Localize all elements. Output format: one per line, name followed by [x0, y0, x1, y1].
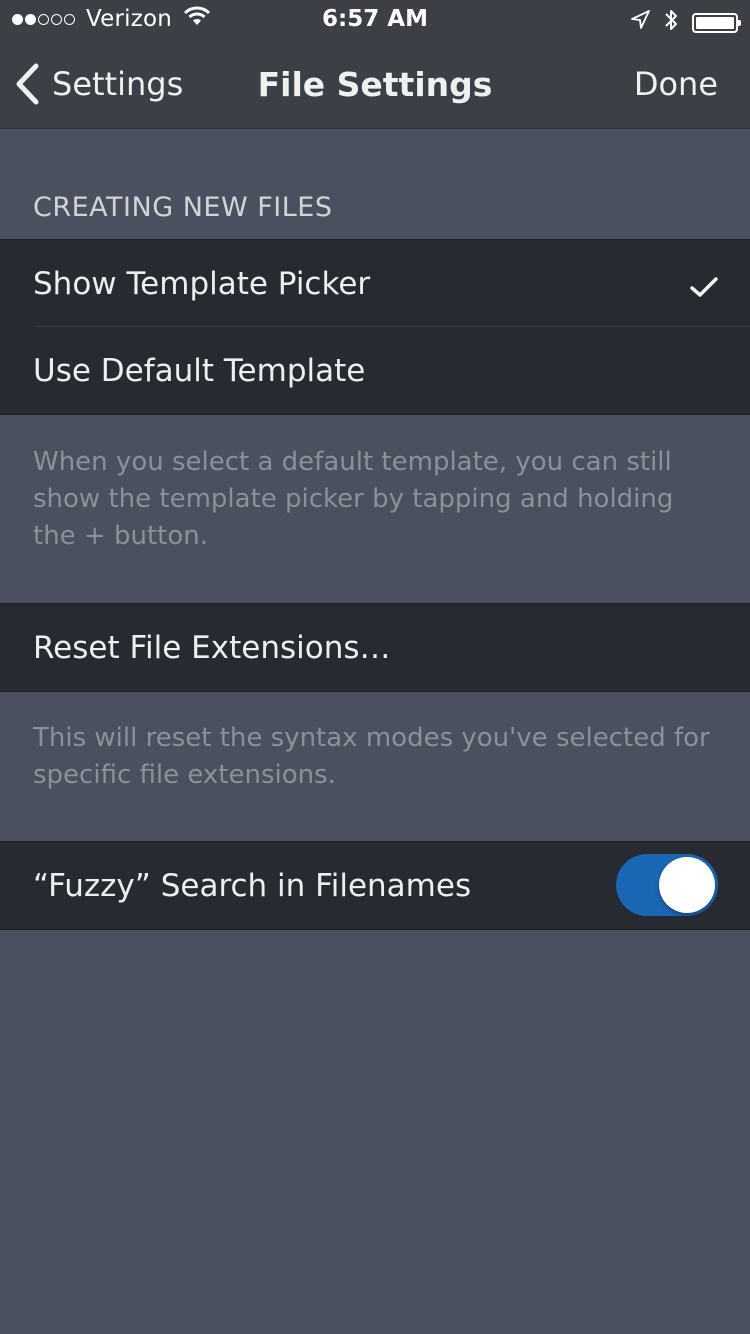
location-arrow-icon: [630, 10, 650, 36]
fuzzy-search-toggle[interactable]: [616, 854, 718, 916]
reset-file-extensions-label: Reset File Extensions…: [33, 629, 391, 666]
section-header-creating-new-files: CREATING NEW FILES: [33, 192, 333, 223]
status-bar: Verizon 6:57 AM: [0, 0, 750, 40]
option-label: Use Default Template: [33, 352, 366, 389]
reset-group: Reset File Extensions…: [0, 603, 750, 692]
battery-tip: [738, 20, 741, 26]
navigation-bar: Settings File Settings Done: [0, 40, 750, 129]
fuzzy-search-label: “Fuzzy” Search in Filenames: [33, 867, 472, 904]
reset-footer-note: This will reset the syntax modes you've …: [33, 723, 710, 790]
template-footer-note: When you select a default template, you …: [33, 447, 674, 551]
status-bar-right: [616, 8, 741, 38]
option-label: Show Template Picker: [33, 265, 371, 302]
reset-file-extensions-button[interactable]: Reset File Extensions…: [0, 604, 750, 691]
option-show-template-picker[interactable]: Show Template Picker: [0, 240, 750, 327]
fuzzy-search-row: “Fuzzy” Search in Filenames: [0, 842, 750, 929]
done-button[interactable]: Done: [634, 40, 718, 128]
checkmark-icon: [690, 270, 718, 306]
battery-icon: [692, 13, 741, 33]
battery-level: [696, 17, 734, 29]
option-use-default-template[interactable]: Use Default Template: [0, 327, 750, 414]
toggle-knob: [659, 857, 715, 913]
bluetooth-icon: [664, 8, 678, 38]
template-options-group: Show Template Picker Use Default Templat…: [0, 239, 750, 415]
fuzzy-search-group: “Fuzzy” Search in Filenames: [0, 841, 750, 930]
